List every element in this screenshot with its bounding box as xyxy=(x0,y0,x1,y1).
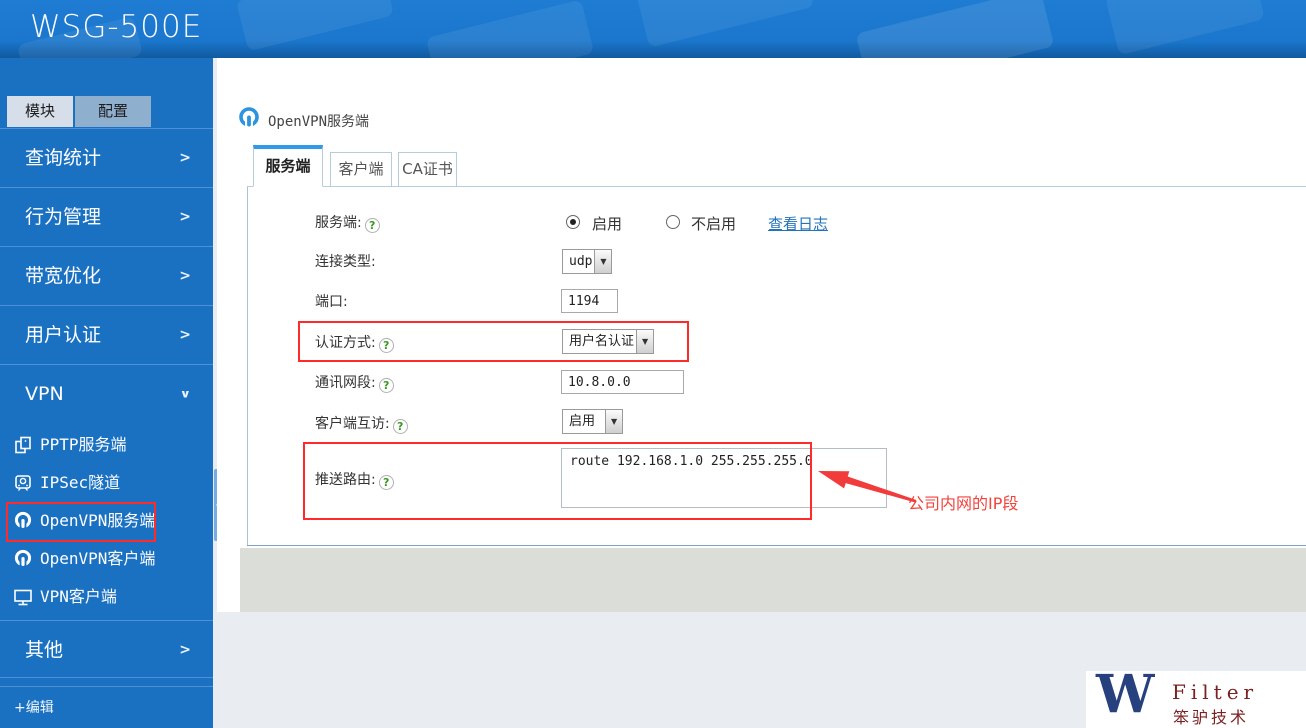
select-arrow-icon: ▼ xyxy=(636,330,654,353)
c2c-label: 客户端互访:? xyxy=(315,414,408,434)
sidebar-tab-modules[interactable]: 模块 xyxy=(7,96,73,127)
sidebar-item-user-auth[interactable]: 用户认证 > xyxy=(0,305,213,364)
sidebar-item-openvpn-server[interactable]: OpenVPN服务端 xyxy=(0,502,213,540)
sidebar-item-bandwidth[interactable]: 带宽优化 > xyxy=(0,246,213,305)
server-label: 服务端:? xyxy=(315,213,380,233)
help-icon[interactable]: ? xyxy=(364,218,380,233)
keyboard-decor xyxy=(235,0,395,52)
keyboard-decor xyxy=(425,0,595,58)
app-header: WSG-500E xyxy=(0,0,1306,58)
tunnel-icon xyxy=(15,475,31,491)
chevron-down-icon: ∨ xyxy=(179,387,191,401)
subnet-input[interactable] xyxy=(561,370,684,394)
subnet-label: 通讯网段:? xyxy=(315,373,394,393)
help-icon[interactable]: ? xyxy=(378,338,394,353)
sidebar: 模块 配置 查询统计 > 行为管理 > 带宽优化 > 用户认证 > VPN ∨ xyxy=(0,58,213,728)
openvpn-page-icon xyxy=(239,107,259,130)
sidebar-tab-config[interactable]: 配置 xyxy=(75,96,151,127)
chevron-right-icon: > xyxy=(179,150,191,166)
radio-disable-label: 不启用 xyxy=(691,215,737,233)
port-input[interactable] xyxy=(561,289,618,313)
keyboard-decor xyxy=(855,0,1055,58)
tab-client[interactable]: 客户端 xyxy=(330,152,392,187)
copy-icon xyxy=(15,436,31,454)
sidebar-item-openvpn-client[interactable]: OpenVPN客户端 xyxy=(0,540,213,578)
push-route-textarea[interactable]: route 192.168.1.0 255.255.255.0 xyxy=(561,448,887,508)
monitor-icon xyxy=(14,589,32,606)
sidebar-item-ipsec-tunnel[interactable]: IPSec隧道 xyxy=(0,464,213,502)
panel-border-left xyxy=(247,187,248,545)
wfilter-cn-name: 笨驴技术 xyxy=(1173,708,1250,727)
wfilter-logo: W xyxy=(1096,664,1155,725)
radio-disable[interactable] xyxy=(666,215,680,229)
view-log-link[interactable]: 查看日志 xyxy=(768,213,828,234)
chevron-right-icon: > xyxy=(179,642,191,658)
push-route-label: 推送路由:? xyxy=(315,470,394,490)
app-window: WSG-500E 模块 配置 查询统计 > 行为管理 > 带宽优化 > 用户认证… xyxy=(0,0,1306,728)
form-footer-band xyxy=(240,548,1306,612)
keyboard-decor xyxy=(1104,0,1266,56)
auth-label: 认证方式:? xyxy=(315,333,394,353)
help-icon[interactable]: ? xyxy=(378,378,394,393)
radio-selected-dot xyxy=(570,219,576,225)
sidebar-edit-button[interactable]: +编辑 xyxy=(0,686,213,728)
annotation-text: 公司内网的IP段 xyxy=(908,494,1019,513)
sidebar-item-pptp-server[interactable]: PPTP服务端 xyxy=(0,426,213,464)
brand-logo: WSG-500E xyxy=(30,9,203,45)
sidebar-item-vpn-client[interactable]: VPN客户端 xyxy=(0,578,213,616)
panel-border-bottom xyxy=(247,545,1306,546)
sidebar-item-query-stats[interactable]: 查询统计 > xyxy=(0,128,213,187)
sidebar-item-other[interactable]: 其他 > xyxy=(0,620,213,678)
page-title: OpenVPN服务端 xyxy=(268,114,370,130)
help-icon[interactable]: ? xyxy=(378,475,394,490)
auth-select[interactable]: 用户名认证 ▼ xyxy=(562,329,655,354)
select-arrow-icon: ▼ xyxy=(594,250,612,273)
chevron-right-icon: > xyxy=(179,327,191,343)
tab-server[interactable]: 服务端 xyxy=(253,145,323,187)
sidebar-item-behavior-mgmt[interactable]: 行为管理 > xyxy=(0,187,213,246)
keyboard-decor xyxy=(635,0,815,48)
wfilter-name: Filter xyxy=(1172,680,1259,704)
sidebar-item-vpn[interactable]: VPN ∨ xyxy=(0,364,213,423)
openvpn-icon xyxy=(14,549,32,569)
chevron-right-icon: > xyxy=(179,209,191,225)
radio-enable[interactable] xyxy=(566,215,580,229)
port-label: 端口: xyxy=(315,294,348,310)
c2c-select[interactable]: 启用 ▼ xyxy=(562,409,624,434)
tab-ca-cert[interactable]: CA证书 xyxy=(398,152,457,187)
help-icon[interactable]: ? xyxy=(392,419,408,434)
select-arrow-icon: ▼ xyxy=(605,410,623,433)
conn-type-label: 连接类型: xyxy=(315,254,376,270)
vendor-watermark: W Filter 笨驴技术 xyxy=(1086,664,1306,728)
radio-enable-label: 启用 xyxy=(592,215,623,233)
conn-type-select[interactable]: udp ▼ xyxy=(562,249,613,274)
openvpn-icon xyxy=(14,511,32,531)
chevron-right-icon: > xyxy=(179,268,191,284)
